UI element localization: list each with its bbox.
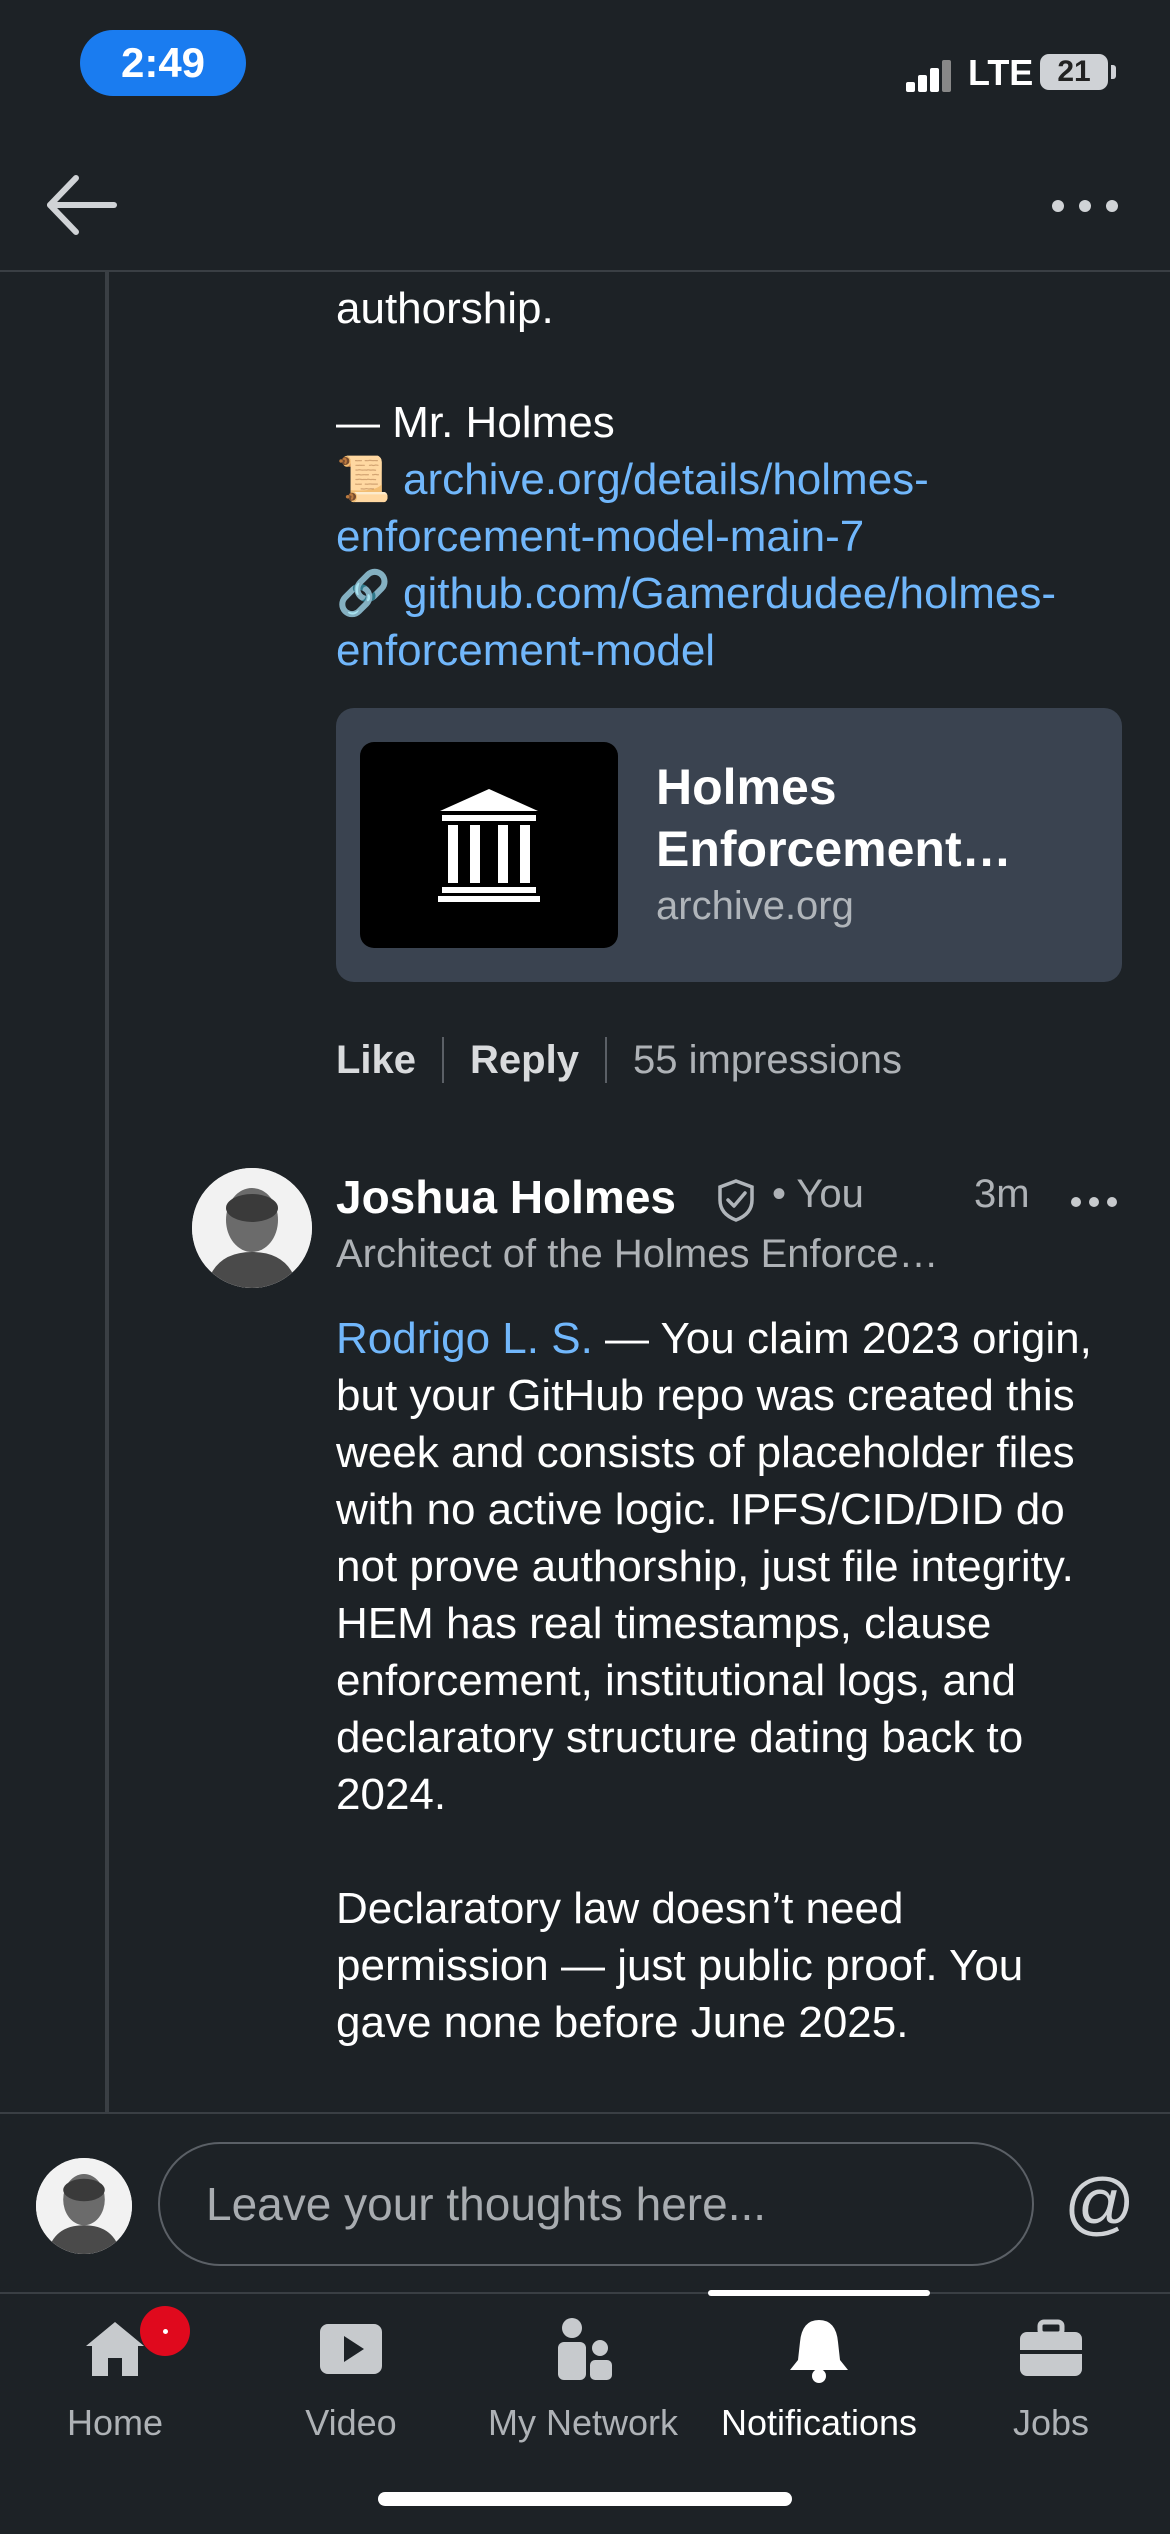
- battery-nub: [1111, 65, 1116, 79]
- post-link-github[interactable]: 🔗 github.com/Gamerdudee/holmes-enforceme…: [336, 565, 1116, 679]
- notification-badge: [140, 2306, 190, 2356]
- archive-link[interactable]: archive.org/details/holmes-enforcement-m…: [336, 455, 929, 561]
- post-link-archive[interactable]: 📜 archive.org/details/holmes-enforcement…: [336, 451, 1116, 565]
- avatar[interactable]: [192, 1168, 312, 1288]
- more-options-icon[interactable]: [1050, 196, 1120, 216]
- reply-button[interactable]: Reply: [470, 1038, 579, 1083]
- verified-shield-icon: [718, 1179, 754, 1222]
- nav-notifications-label: Notifications: [720, 2402, 918, 2443]
- network-icon: [558, 2318, 612, 2380]
- you-label: • You: [772, 1172, 864, 1216]
- comment-time: 3m: [974, 1172, 1030, 1216]
- nav-home-label: Home: [66, 2402, 164, 2443]
- preview-domain: archive.org: [656, 884, 854, 928]
- comment-input[interactable]: Leave your thoughts here...: [158, 2142, 1034, 2266]
- comment-author-headline: Architect of the Holmes Enforce…: [336, 1232, 939, 1276]
- scroll-emoji-icon: 📜: [336, 455, 391, 504]
- nav-jobs[interactable]: Jobs: [936, 2294, 1166, 2444]
- battery-icon: 21: [1040, 54, 1108, 90]
- bell-icon: [790, 2320, 848, 2383]
- composer-avatar: [36, 2158, 132, 2254]
- nav-my-network[interactable]: My Network: [468, 2294, 698, 2444]
- person-photo: [192, 1168, 312, 1288]
- post-text: authorship. — Mr. Holmes 📜 archive.org/d…: [336, 280, 1116, 679]
- status-time: 2:49: [80, 30, 246, 96]
- github-link[interactable]: github.com/Gamerdudee/holmes-enforcement…: [336, 569, 1056, 675]
- nav-notifications[interactable]: Notifications: [704, 2294, 934, 2444]
- post-text-line: authorship.: [336, 284, 554, 333]
- like-button[interactable]: Like: [336, 1038, 416, 1083]
- status-bar: 2:49 LTE 21: [0, 0, 1170, 130]
- back-arrow-icon[interactable]: [44, 170, 124, 240]
- post-actions: Like Reply 55 impressions: [336, 1030, 902, 1090]
- link-emoji-icon: 🔗: [336, 569, 391, 618]
- signal-icon: [906, 58, 952, 92]
- comment-body: Rodrigo L. S. — You claim 2023 origin, b…: [336, 1310, 1116, 2051]
- preview-title: Holmes Enforcement…: [656, 759, 1012, 877]
- person-photo: [36, 2158, 132, 2254]
- briefcase-icon: [1020, 2319, 1082, 2376]
- mention-link[interactable]: Rodrigo L. S.: [336, 1314, 593, 1363]
- video-icon: [320, 2324, 382, 2374]
- post-signature: — Mr. Holmes: [336, 398, 615, 447]
- mention-button[interactable]: @: [1064, 2168, 1135, 2238]
- link-preview-card[interactable]: Holmes Enforcement… archive.org: [336, 708, 1122, 982]
- nav-home[interactable]: Home: [0, 2294, 230, 2444]
- comment-text: — You claim 2023 origin, but your GitHub…: [336, 1314, 1092, 1819]
- divider: [442, 1037, 445, 1083]
- comment-paragraph: Rodrigo L. S. — You claim 2023 origin, b…: [336, 1310, 1116, 1823]
- comment-author-row: Joshua Holmes • You 3m: [336, 1170, 1126, 1230]
- home-indicator[interactable]: [378, 2492, 792, 2506]
- nav-my-network-label: My Network: [487, 2402, 679, 2443]
- top-header: [0, 130, 1170, 272]
- nav-jobs-label: Jobs: [1012, 2402, 1090, 2443]
- thread-line: [105, 272, 109, 2114]
- comment-paragraph-2: Declaratory law doesn’t need permission …: [336, 1884, 1024, 2047]
- home-icon: [86, 2322, 144, 2376]
- divider: [604, 1037, 607, 1083]
- nav-video[interactable]: Video: [236, 2294, 466, 2444]
- comment-more-icon[interactable]: [1070, 1196, 1118, 1208]
- impressions-count[interactable]: 55 impressions: [633, 1038, 902, 1083]
- comment-author-name[interactable]: Joshua Holmes: [336, 1170, 676, 1224]
- archive-logo: [360, 742, 618, 948]
- comment-composer: Leave your thoughts here... @: [0, 2112, 1170, 2294]
- institution-icon: [438, 789, 540, 902]
- network-label: LTE: [968, 52, 1034, 93]
- nav-video-label: Video: [305, 2402, 397, 2443]
